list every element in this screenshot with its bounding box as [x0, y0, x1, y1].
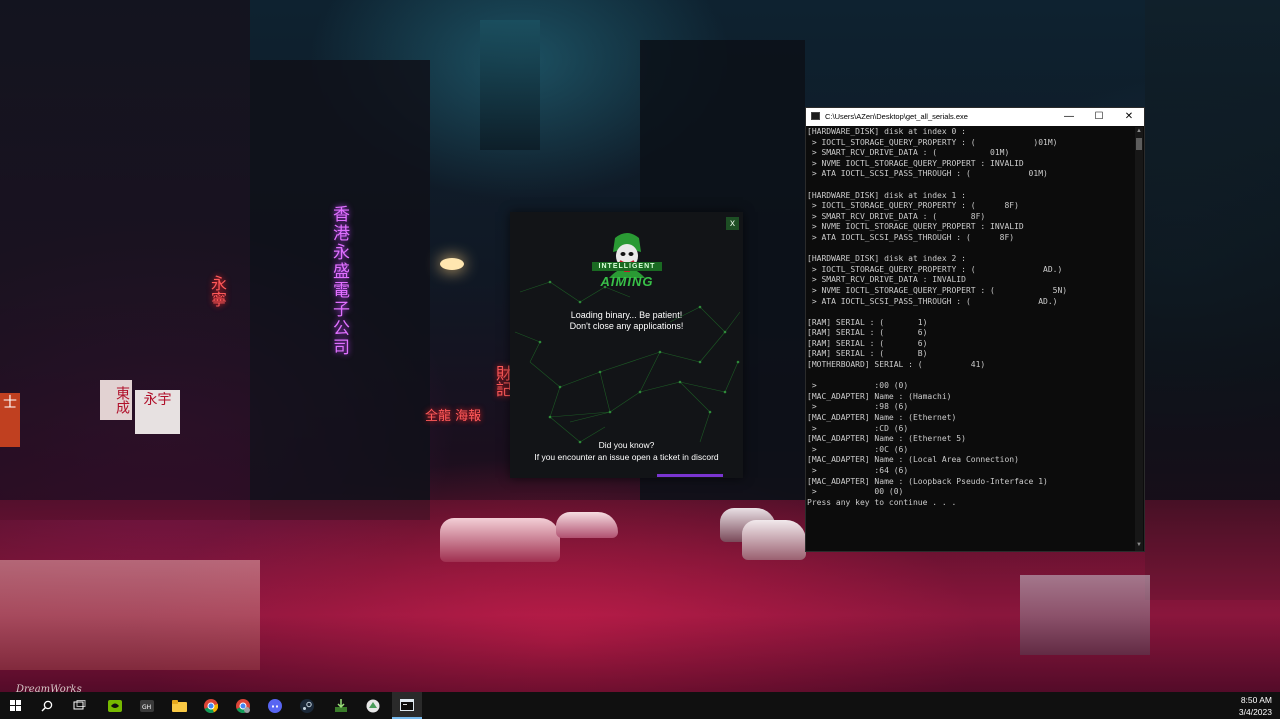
logo-text-bottom: AIMING [600, 274, 654, 289]
desktop-logo: DreamWorks [16, 684, 82, 692]
console-line: > IOCTL_STORAGE_QUERY_PROPERTY : ( )01M) [807, 137, 1058, 147]
console-line: > SMART_RCV_DRIVE_DATA : ( 8F) [807, 211, 986, 221]
minimize-button[interactable]: — [1054, 108, 1084, 126]
console-line: [MAC_ADAPTER] Name : (Local Area Connect… [807, 455, 1019, 465]
logo-text-top: INTELLIGENT [592, 262, 662, 271]
loading-message-line-1: Loading binary... Be patient! [570, 310, 683, 320]
console-line: > ATA IOCTL_SCSI_PASS_THROUGH : ( 8F) [807, 232, 1015, 242]
console-line: > SMART_RCV_DRIVE_DATA : ( 01M) [807, 148, 1010, 158]
tip-title: Did you know? [598, 440, 655, 450]
loading-progress-bar [657, 474, 723, 477]
console-line: > :0C (6) [807, 444, 909, 454]
discord-icon[interactable] [260, 692, 290, 719]
system-clock[interactable]: 8:50 AM 3/4/2023 [1239, 694, 1272, 718]
scroll-thumb[interactable] [1136, 138, 1142, 150]
console-line: > 00 (0) [807, 487, 904, 497]
street-lamp [440, 258, 464, 270]
scroll-up-arrow-icon[interactable]: ▲ [1135, 128, 1143, 134]
loading-message: Loading binary... Be patient! Don't clos… [510, 310, 743, 332]
console-line: [MAC_ADAPTER] Name : (Hamachi) [807, 391, 952, 401]
windows-start-icon[interactable] [0, 692, 30, 719]
terminal-app-icon[interactable]: GH [132, 692, 162, 719]
shop-sign-1: 永宇 [135, 390, 180, 434]
car-1 [440, 518, 560, 562]
scroll-down-arrow-icon[interactable]: ▼ [1135, 542, 1143, 548]
chrome-icon[interactable] [196, 692, 226, 719]
clock-time: 8:50 AM [1240, 695, 1272, 705]
console-app-icon [811, 112, 820, 120]
console-line: > NVME IOCTL_STORAGE_QUERY_PROPERT : ( 5… [807, 285, 1068, 295]
console-line: > IOCTL_STORAGE_QUERY_PROPERTY : ( AD.) [807, 264, 1063, 274]
console-line: > IOCTL_STORAGE_QUERY_PROPERTY : ( 8F) [807, 201, 1019, 211]
console-line: [MAC_ADAPTER] Name : (Ethernet) [807, 413, 957, 423]
installer-icon[interactable] [326, 692, 356, 719]
console-line: Press any key to continue . . . [807, 497, 957, 507]
taskbar: GH 8:50 AM 3/4/2023 [0, 692, 1280, 719]
loader-window[interactable]: x INTELLIGENT AIMING Loading binary... B… [510, 212, 743, 478]
console-line: [MOTHERBOARD] SERIAL : ( 41) [807, 360, 986, 370]
console-line: [RAM] SERIAL : ( B) [807, 349, 928, 359]
task-view-icon[interactable] [64, 692, 94, 719]
loader-close-button[interactable]: x [726, 217, 739, 230]
console-line: > :98 (6) [807, 402, 909, 412]
skyscraper [480, 20, 540, 150]
console-line: [MAC_ADAPTER] Name : (Ethernet 5) [807, 434, 966, 444]
building-left [0, 0, 250, 520]
console-line: > NVME IOCTL_STORAGE_QUERY_PROPERT : INV… [807, 158, 1024, 168]
console-line: [HARDWARE_DISK] disk at index 0 : [807, 127, 966, 136]
console-line: > ATA IOCTL_SCSI_PASS_THROUGH : ( 01M) [807, 169, 1048, 179]
search-icon[interactable] [32, 692, 62, 719]
console-output[interactable]: [HARDWARE_DISK] disk at index 0 : > IOCT… [807, 127, 1133, 549]
shop-sign-left: 士 [0, 393, 20, 447]
console-title: C:\Users\AZen\Desktop\get_all_serials.ex… [825, 112, 968, 121]
console-line: > ATA IOCTL_SCSI_PASS_THROUGH : ( AD.) [807, 296, 1058, 306]
console-line: > :64 (6) [807, 466, 909, 475]
console-line: [HARDWARE_DISK] disk at index 2 : [807, 254, 966, 264]
tip-text: If you encounter an issue open a ticket … [534, 452, 719, 462]
browser-icon[interactable] [358, 692, 388, 719]
chrome-profile-icon[interactable] [228, 692, 258, 719]
console-app-icon[interactable] [392, 692, 422, 719]
svg-text:GH: GH [142, 704, 151, 711]
console-line: > SMART_RCV_DRIVE_DATA : INVALID [807, 275, 966, 285]
console-scrollbar[interactable] [1135, 127, 1143, 551]
car-2 [556, 512, 618, 538]
console-line: > NVME IOCTL_STORAGE_QUERY_PROPERT : INV… [807, 222, 1024, 232]
shop-sign-2: 東成 [100, 380, 132, 420]
console-line: > :CD (6) [807, 423, 909, 433]
maximize-button[interactable]: ☐ [1084, 108, 1114, 126]
file-explorer-icon[interactable] [164, 692, 194, 719]
steam-icon[interactable] [292, 692, 322, 719]
car-4 [742, 520, 806, 560]
nvidia-icon[interactable] [100, 692, 130, 719]
neon-sign-vertical: 香港永盛電子公司 [329, 205, 349, 357]
close-button[interactable]: ✕ [1114, 108, 1144, 126]
console-title-bar[interactable]: C:\Users\AZen\Desktop\get_all_serials.ex… [806, 108, 1144, 126]
street-stalls [0, 560, 260, 670]
console-line: [RAM] SERIAL : ( 6) [807, 338, 928, 348]
console-line: [RAM] SERIAL : ( 6) [807, 328, 928, 338]
clock-date: 3/4/2023 [1238, 707, 1272, 717]
console-line: > :00 (0) [807, 381, 909, 391]
neon-sign-red-row: 全龍 海報 [425, 409, 482, 424]
neon-sign-red-1: 永寧 [208, 275, 227, 307]
console-window[interactable]: C:\Users\AZen\Desktop\get_all_serials.ex… [805, 107, 1145, 552]
console-line: [MAC_ADAPTER] Name : (Loopback Pseudo-In… [807, 476, 1048, 486]
console-line: [RAM] SERIAL : ( 1) [807, 317, 928, 327]
street-appliances [1020, 575, 1150, 655]
console-line: [HARDWARE_DISK] disk at index 1 : [807, 190, 966, 200]
loading-message-line-2: Don't close any applications! [569, 321, 684, 331]
